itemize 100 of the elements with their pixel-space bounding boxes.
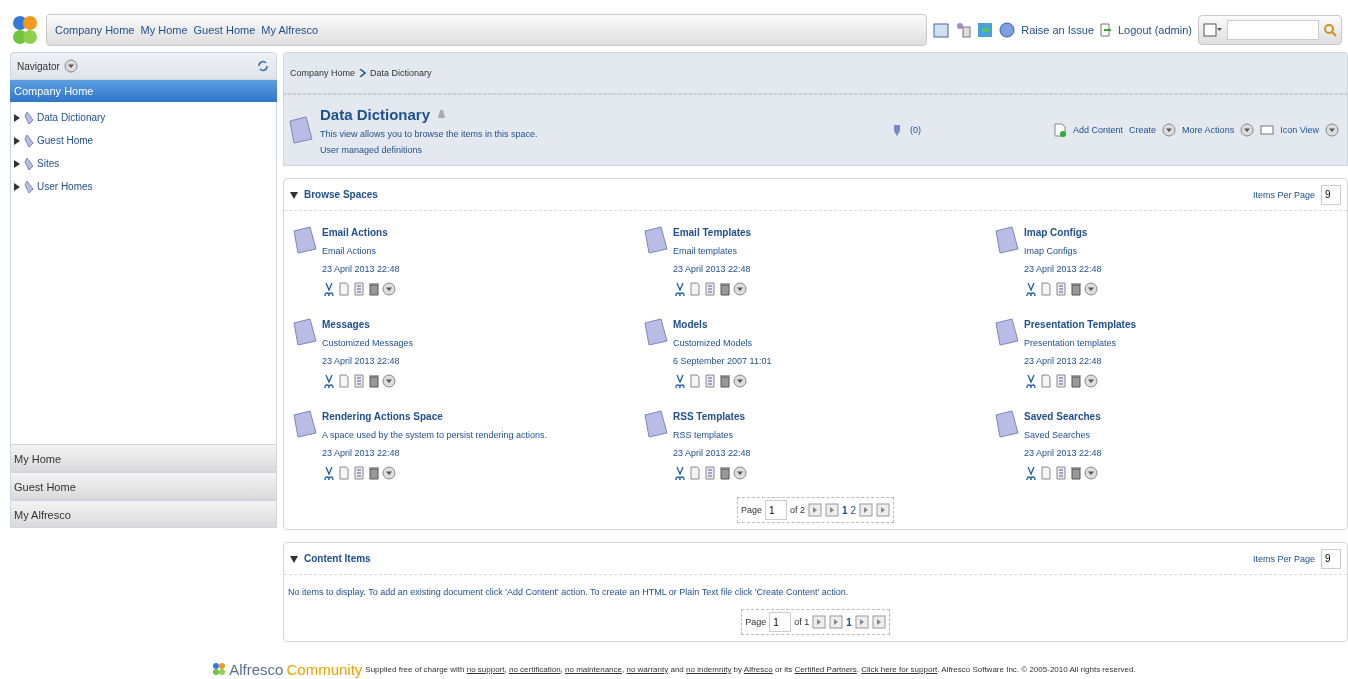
footer-link[interactable]: Alfresco <box>743 664 773 674</box>
next-page-button[interactable] <box>859 503 874 517</box>
top-link[interactable]: Guest Home <box>193 24 256 36</box>
details-icon[interactable] <box>1054 466 1068 480</box>
more-icon[interactable] <box>1084 466 1098 480</box>
space-name-link[interactable]: Email Actions <box>322 227 400 238</box>
trash-icon[interactable] <box>367 374 381 388</box>
view-menu[interactable]: Icon View <box>1280 125 1319 135</box>
collapse-icon[interactable] <box>290 554 298 563</box>
page-input[interactable]: 1 <box>769 612 792 632</box>
cut-icon[interactable] <box>322 374 336 388</box>
calendar-icon[interactable] <box>933 22 950 38</box>
tree-item[interactable]: Data Dictionary <box>37 112 106 123</box>
details-icon[interactable] <box>703 282 717 296</box>
create-menu[interactable]: Create <box>1129 125 1157 135</box>
top-link[interactable]: My Home <box>140 24 188 36</box>
space-name-link[interactable]: Imap Configs <box>1024 227 1102 238</box>
cut-icon[interactable] <box>673 466 687 480</box>
more-icon[interactable] <box>1084 374 1098 388</box>
help-icon[interactable] <box>999 22 1016 38</box>
search-options-icon[interactable] <box>1203 23 1223 37</box>
last-page-button[interactable] <box>871 615 886 629</box>
logout-link[interactable]: Logout (admin) <box>1118 24 1192 36</box>
raise-issue-link[interactable]: Raise an Issue <box>1021 24 1094 36</box>
cut-icon[interactable] <box>1024 282 1038 296</box>
details-icon[interactable] <box>352 374 366 388</box>
next-page-button[interactable] <box>854 615 869 629</box>
more-icon[interactable] <box>382 374 396 388</box>
expand-icon[interactable] <box>13 182 21 191</box>
footer-link[interactable]: no indemnity <box>686 664 732 674</box>
cut-icon[interactable] <box>1024 466 1038 480</box>
first-page-button[interactable] <box>807 503 822 517</box>
details-icon[interactable] <box>1054 374 1068 388</box>
user-list-icon[interactable] <box>955 22 972 38</box>
navigator-panel[interactable]: Guest Home <box>10 472 277 500</box>
trash-icon[interactable] <box>718 374 732 388</box>
last-page-button[interactable] <box>876 503 891 517</box>
items-per-page-field[interactable]: 9 <box>1321 184 1341 205</box>
more-icon[interactable] <box>733 374 747 388</box>
details-icon[interactable] <box>1054 282 1068 296</box>
expand-icon[interactable] <box>13 136 21 145</box>
breadcrumb-link[interactable]: Company Home <box>290 68 356 78</box>
more-icon[interactable] <box>733 466 747 480</box>
dropdown-icon[interactable] <box>63 59 78 73</box>
top-link[interactable]: Company Home <box>55 24 135 36</box>
space-name-link[interactable]: RSS Templates <box>673 411 751 422</box>
more-icon[interactable] <box>1084 282 1098 296</box>
space-name-link[interactable]: Models <box>673 319 772 330</box>
footer-link[interactable]: no maintenance <box>565 664 622 674</box>
space-name-link[interactable]: Presentation Templates <box>1024 319 1137 330</box>
cut-icon[interactable] <box>673 282 687 296</box>
details-icon[interactable] <box>703 374 717 388</box>
trash-icon[interactable] <box>367 466 381 480</box>
first-page-button[interactable] <box>812 615 827 629</box>
expand-icon[interactable] <box>13 113 21 122</box>
previous-page-button[interactable] <box>829 615 844 629</box>
search-icon[interactable] <box>1323 23 1337 37</box>
trash-icon[interactable] <box>367 282 381 296</box>
dropdown-icon[interactable] <box>1240 123 1255 137</box>
dropdown-icon[interactable] <box>1325 123 1339 137</box>
items-per-page-field[interactable]: 9 <box>1321 548 1341 569</box>
previous-page-button[interactable] <box>824 503 839 517</box>
more-actions-menu[interactable]: More Actions <box>1182 125 1235 135</box>
space-name-link[interactable]: Email Templates <box>673 227 752 238</box>
tree-item[interactable]: Sites <box>37 158 60 169</box>
page-number[interactable]: 1 <box>841 504 848 516</box>
page-number[interactable]: 1 <box>846 616 852 628</box>
cut-icon[interactable] <box>322 466 336 480</box>
details-icon[interactable] <box>352 282 366 296</box>
trash-icon[interactable] <box>718 466 732 480</box>
collapse-icon[interactable] <box>290 190 298 199</box>
navigator-panel[interactable]: My Alfresco <box>10 500 277 528</box>
trash-icon[interactable] <box>1069 466 1083 480</box>
space-name-link[interactable]: Rendering Actions Space <box>322 411 548 422</box>
details-icon[interactable] <box>703 466 717 480</box>
page-number[interactable]: 2 <box>850 504 857 516</box>
page-input[interactable]: 1 <box>764 500 787 520</box>
trash-icon[interactable] <box>718 282 732 296</box>
details-icon[interactable] <box>352 466 366 480</box>
tree-item[interactable]: Guest Home <box>37 135 94 146</box>
breadcrumb-link[interactable]: Data Dictionary <box>370 68 432 78</box>
expand-icon[interactable] <box>13 159 21 168</box>
more-icon[interactable] <box>382 466 396 480</box>
space-name-link[interactable]: Saved Searches <box>1024 411 1102 422</box>
top-link[interactable]: My Alfresco <box>261 24 319 36</box>
dropdown-icon[interactable] <box>1162 123 1177 137</box>
cut-icon[interactable] <box>1024 374 1038 388</box>
space-name-link[interactable]: Messages <box>322 319 414 330</box>
trash-icon[interactable] <box>1069 374 1083 388</box>
navigator-panel[interactable]: My Home <box>10 444 277 472</box>
footer-link[interactable]: no warranty <box>626 664 669 674</box>
add-content-link[interactable]: Add Content <box>1073 125 1124 135</box>
trash-icon[interactable] <box>1069 282 1083 296</box>
more-icon[interactable] <box>382 282 396 296</box>
tree-item[interactable]: User Homes <box>37 181 93 192</box>
footer-link[interactable]: Certified Partners <box>794 664 857 674</box>
selected-space[interactable]: Company Home <box>10 80 277 102</box>
cut-icon[interactable] <box>673 374 687 388</box>
search-field[interactable] <box>1227 20 1319 40</box>
more-icon[interactable] <box>733 282 747 296</box>
